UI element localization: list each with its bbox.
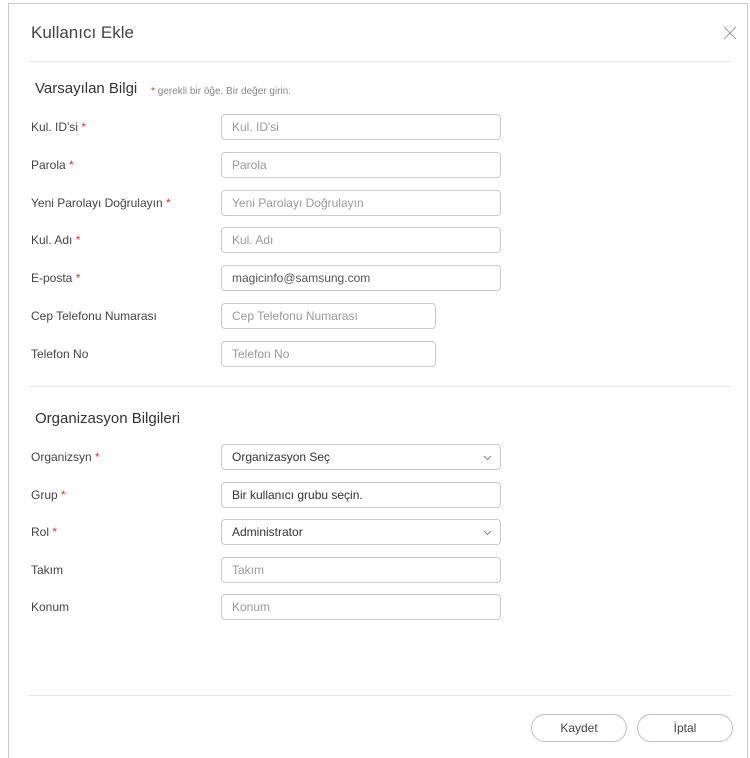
location-input[interactable]: Konum	[221, 594, 501, 620]
save-button[interactable]: Kaydet	[531, 714, 627, 742]
organization-label: Organizsyn *	[31, 450, 100, 464]
role-select[interactable]: Administrator	[221, 519, 501, 545]
dialog-title: Kullanıcı Ekle	[31, 23, 134, 42]
phone-input[interactable]: Telefon No	[221, 341, 436, 367]
mobile-input[interactable]: Cep Telefonu Numarası	[221, 303, 436, 329]
group-input[interactable]: Bir kullanıcı grubu seçin.	[221, 482, 501, 508]
close-icon[interactable]	[723, 26, 737, 40]
required-note: * gerekli bir öğe. Bir değer girin.	[151, 86, 292, 97]
team-input[interactable]: Takım	[221, 557, 501, 583]
user-id-label: Kul. ID'si *	[31, 120, 86, 134]
confirm-password-input[interactable]: Yeni Parolayı Doğrulayın	[221, 190, 501, 216]
org-info-heading: Organizasyon Bilgileri	[35, 410, 181, 427]
user-id-input[interactable]: Kul. ID'si	[221, 114, 501, 140]
cancel-button[interactable]: İptal	[637, 714, 733, 742]
email-input[interactable]: magicinfo@samsung.com	[221, 265, 501, 291]
mobile-label: Cep Telefonu Numarası	[31, 309, 157, 323]
team-label: Takım	[31, 563, 64, 577]
chevron-down-icon	[483, 455, 492, 461]
password-input[interactable]: Parola	[221, 152, 501, 178]
password-label: Parola *	[31, 158, 74, 172]
add-user-dialog: Kullanıcı Ekle Varsayılan Bilgi * gerekl…	[8, 3, 748, 758]
confirm-password-label: Yeni Parolayı Doğrulayın *	[31, 196, 171, 210]
chevron-down-icon	[483, 530, 492, 536]
email-label: E-posta *	[31, 271, 81, 285]
role-label: Rol *	[31, 525, 58, 539]
phone-label: Telefon No	[31, 347, 89, 361]
location-label: Konum	[31, 600, 70, 614]
user-name-input[interactable]: Kul. Adı	[221, 227, 501, 253]
user-name-label: Kul. Adı *	[31, 233, 81, 247]
section-divider	[29, 386, 731, 387]
footer-divider	[29, 695, 731, 696]
organization-select[interactable]: Organizasyon Seç	[221, 444, 501, 470]
basic-info-heading: Varsayılan Bilgi	[35, 80, 138, 97]
header-divider	[29, 61, 731, 62]
group-label: Grup *	[31, 488, 66, 502]
